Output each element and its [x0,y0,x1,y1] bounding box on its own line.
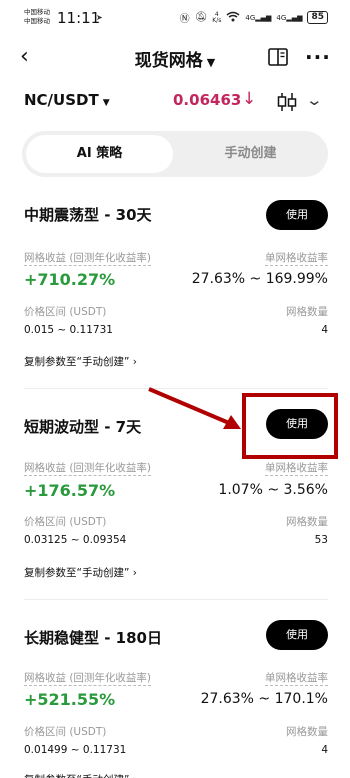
chevron-right-icon: › [132,356,137,368]
single-grid-yield: 27.63% ~ 169.99% [191,271,328,287]
grid-count-label: 网格数量 [286,726,328,738]
last-price: 0.06463 [173,91,242,109]
grid-yield: +176.57% [24,481,116,500]
tab-ai-strategy[interactable]: AI 策略 [26,135,173,173]
chevron-right-icon: › [132,567,137,579]
page-title-selector[interactable]: 现货网格 ▼ [0,46,350,71]
location-icon: ➤ [96,13,103,22]
use-button[interactable]: 使用 [266,620,328,650]
carrier-info: 中国移动 中国移动 [24,8,50,26]
grid-count-label: 网格数量 [286,516,328,528]
arrow-down-icon: ↓ [242,89,257,109]
caret-down-icon: ▼ [206,56,216,69]
candlestick-icon[interactable] [276,92,298,112]
price-range-label: 价格区间 (USDT) [24,726,107,738]
chevron-down-icon[interactable]: ⌄ [305,91,323,109]
strategy-name: 短期波动型 - 7天 [24,418,142,436]
chevron-right-icon: › [133,774,137,778]
book-icon[interactable] [268,48,288,66]
use-button[interactable]: 使用 [266,200,328,230]
grid-yield: +521.55% [24,690,116,709]
strategy-name: 长期稳健型 - 180日 [24,629,162,647]
app-header: ‹ 现货网格 ▼ ··· [0,38,350,78]
price-range-value: 0.03125 ~ 0.09354 [24,534,127,546]
copy-params-link[interactable]: 复制参数至“手动创建” › [24,565,137,580]
copy-params-link[interactable]: 复制参数至“手动创建” › [24,772,137,778]
wifi-icon [226,11,240,25]
mute-icon: 🔕︎ [194,12,208,23]
grid-count-value: 53 [314,534,328,546]
copy-params-link[interactable]: 复制参数至“手动创建” › [24,354,137,369]
net-speed-unit: K/s [212,16,222,24]
single-grid-yield: 27.63% ~ 170.1% [200,691,328,707]
divider [24,599,328,600]
annotation-highlight-box [242,393,338,459]
grid-yield: +710.27% [24,270,116,289]
price-range-label: 价格区间 (USDT) [24,306,107,318]
copy-params-text: 复制参数至“手动创建” [24,567,130,579]
carrier-line-1: 中国移动 [24,8,50,16]
signal-2-label: 4G [276,13,287,22]
price-range-value: 0.015 ~ 0.11731 [24,324,113,336]
status-icons: Ⓝ 🔕︎ 4 K/s 4G▂▄▆ 4G▂▄▆ 85 [180,10,328,25]
nfc-icon: Ⓝ [179,14,190,25]
single-yield-label[interactable]: 单网格收益率 [265,670,328,686]
copy-params-text: 复制参数至“手动创建” [24,356,130,368]
grid-count-label: 网格数量 [286,306,328,318]
strategy-name: 中期震荡型 - 30天 [24,206,152,224]
status-bar: 中国移动 中国移动 11:11 ➤ Ⓝ 🔕︎ 4 K/s 4G▂▄▆ 4G▂▄▆ … [0,0,350,34]
pair-symbol: NC/USDT [24,91,99,109]
yield-label[interactable]: 网格收益 (回测年化收益率) [24,250,152,266]
signal-1: 4G▂▄▆ [245,13,272,22]
signal-1-label: 4G [245,13,256,22]
yield-label[interactable]: 网格收益 (回测年化收益率) [24,670,152,686]
annotation-arrow [148,387,241,429]
single-yield-label[interactable]: 单网格收益率 [265,460,328,476]
strategy-tabs: AI 策略 手动创建 [22,131,328,177]
net-speed: 4 K/s [212,11,222,24]
battery-icon: 85 [307,11,328,24]
pair-selector[interactable]: NC/USDT ▼ [24,91,110,109]
grid-count-value: 4 [321,324,328,336]
carrier-line-2: 中国移动 [24,17,50,25]
page-title: 现货网格 [134,51,203,71]
price-range-value: 0.01499 ~ 0.11731 [24,744,127,756]
more-icon[interactable]: ··· [305,45,331,69]
copy-params-text: 复制参数至“手动创建” [24,774,129,778]
clock: 11:11 [57,9,101,27]
single-grid-yield: 1.07% ~ 3.56% [218,482,328,498]
yield-label[interactable]: 网格收益 (回测年化收益率) [24,460,152,476]
price-range-label: 价格区间 (USDT) [24,516,107,528]
signal-2: 4G▂▄▆ [276,13,303,22]
pair-row: NC/USDT ▼ 0.06463 ↓ ⌄ [0,88,350,116]
tab-manual-create[interactable]: 手动创建 [177,135,324,173]
single-yield-label[interactable]: 单网格收益率 [265,250,328,266]
battery-level: 85 [311,12,324,22]
caret-down-icon: ▼ [102,98,110,108]
grid-count-value: 4 [321,744,328,756]
